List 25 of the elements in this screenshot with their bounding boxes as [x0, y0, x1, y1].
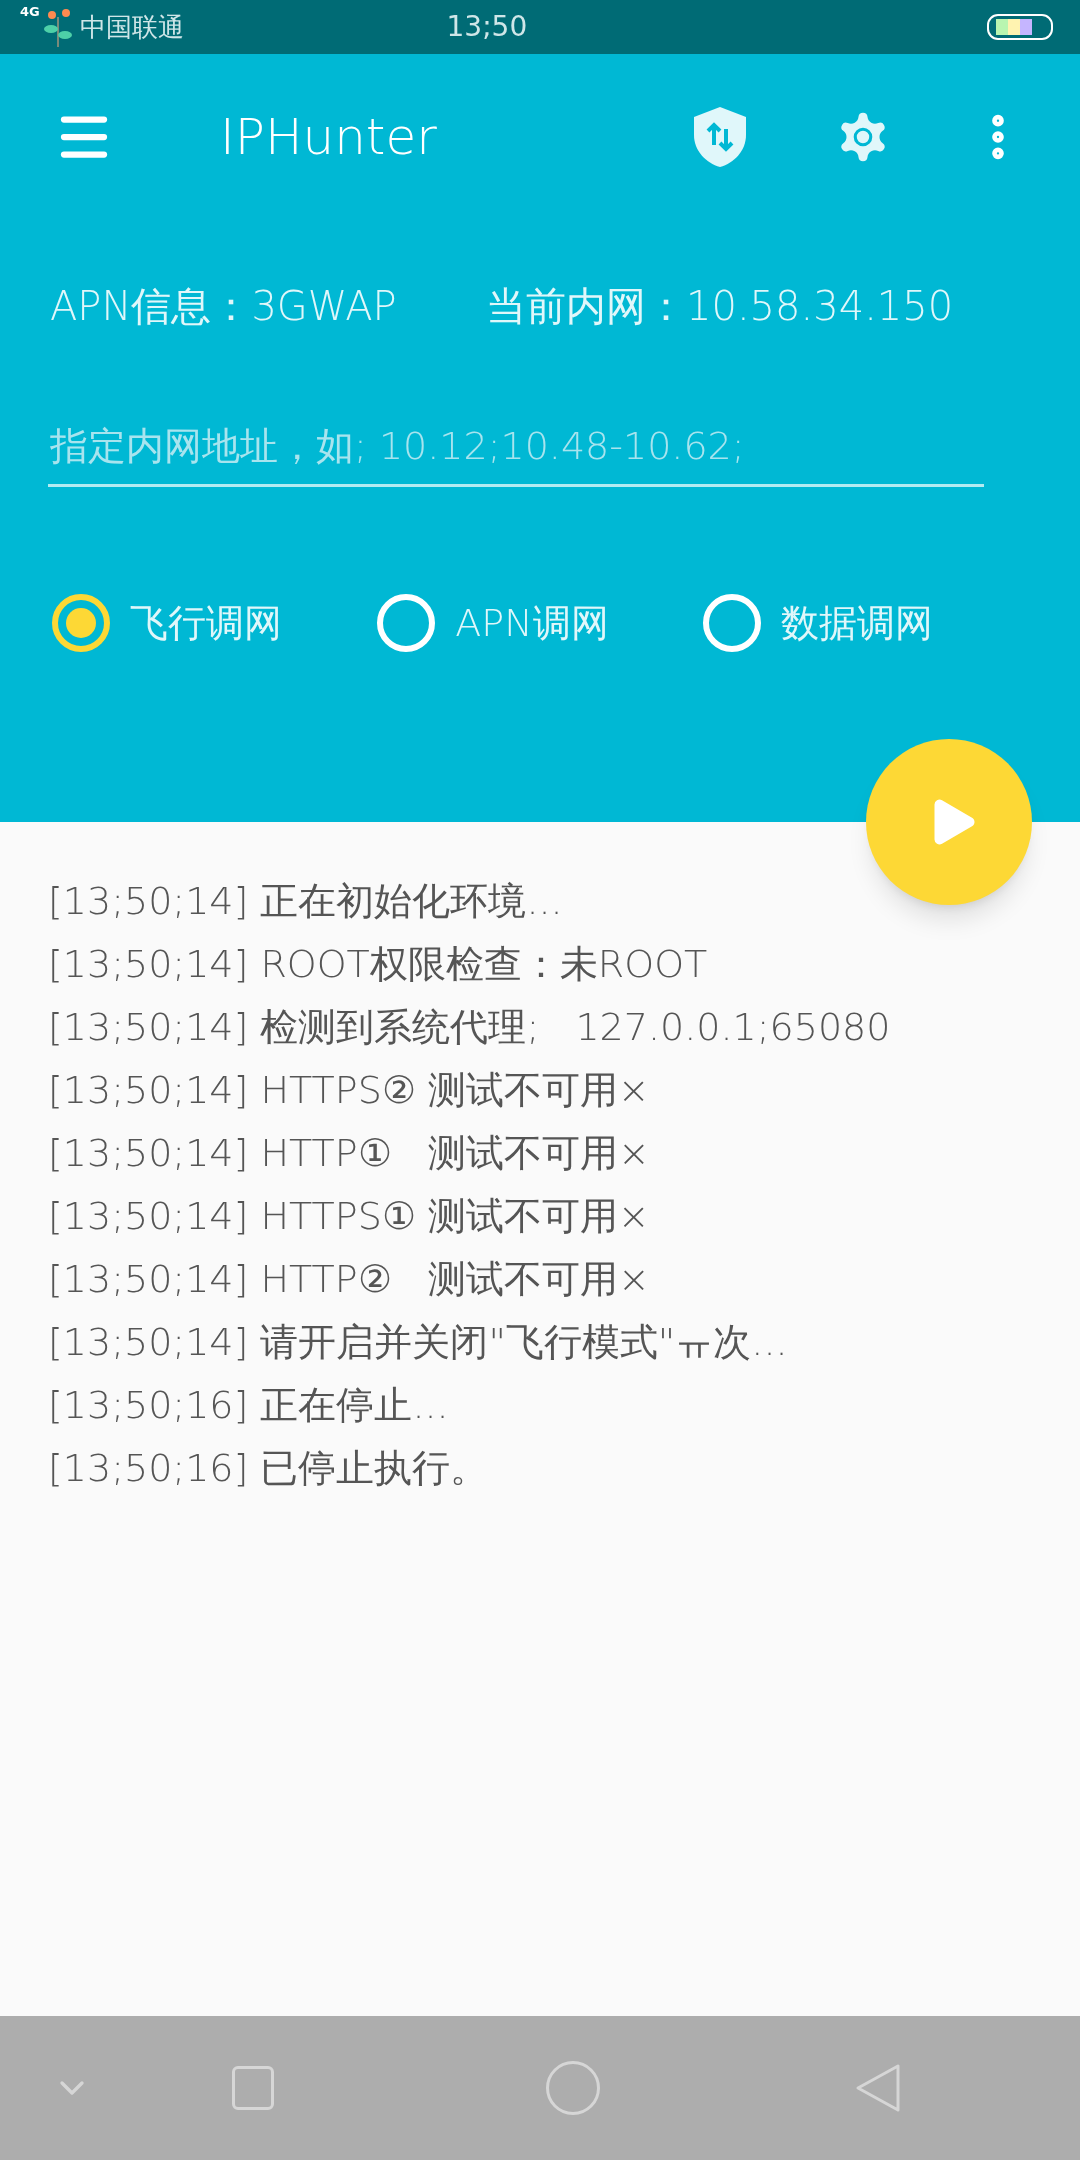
log-line: [13;50;16] 已停止执行。 — [48, 1445, 490, 1492]
home-icon[interactable] — [546, 2061, 600, 2115]
address-input-field[interactable]: 指定内网地址，如; 10.12;10.48-10.62; — [48, 407, 984, 487]
carrier-name: 中国联通 — [79, 10, 184, 44]
log-line: [13;50;14] 请开启并关闭"飞行模式"ㅠ次... — [48, 1319, 789, 1366]
log-line: [13;50;14] 检测到系统代理; 127.0.0.1;65080 — [48, 1004, 892, 1051]
mode-radio[interactable]: 飞行调网 — [52, 594, 378, 652]
mode-radio[interactable]: APN调网 — [377, 594, 703, 652]
apn-info: APN信息：3GWAP — [50, 282, 398, 331]
clock-time: 13;50 — [446, 9, 528, 45]
back-icon[interactable] — [854, 2062, 902, 2114]
mode-radio[interactable]: 数据调网 — [702, 594, 1028, 652]
log-line: [13;50;16] 正在停止... — [48, 1382, 450, 1429]
intranet-address: 当前内网：10.58.34.150 — [486, 282, 954, 331]
flower-icon — [41, 7, 74, 47]
log-line: [13;50;14] HTTP① 测试不可用× — [48, 1130, 651, 1177]
log-line: [13;50;14] HTTPS① 测试不可用× — [48, 1193, 651, 1240]
log-line: [13;50;14] HTTP② 测试不可用× — [48, 1256, 651, 1303]
log-line: [13;50;14] ROOT权限检查：未ROOT — [48, 941, 709, 988]
log-line: [13;50;14] HTTPS② 测试不可用× — [48, 1067, 651, 1114]
shield-icon[interactable] — [692, 105, 748, 169]
network-indicator: 4G — [20, 3, 40, 21]
app-title: IPHunter — [220, 106, 438, 168]
recents-icon[interactable] — [232, 2066, 274, 2110]
log-line: [13;50;14] 正在初始化环境... — [48, 878, 564, 925]
